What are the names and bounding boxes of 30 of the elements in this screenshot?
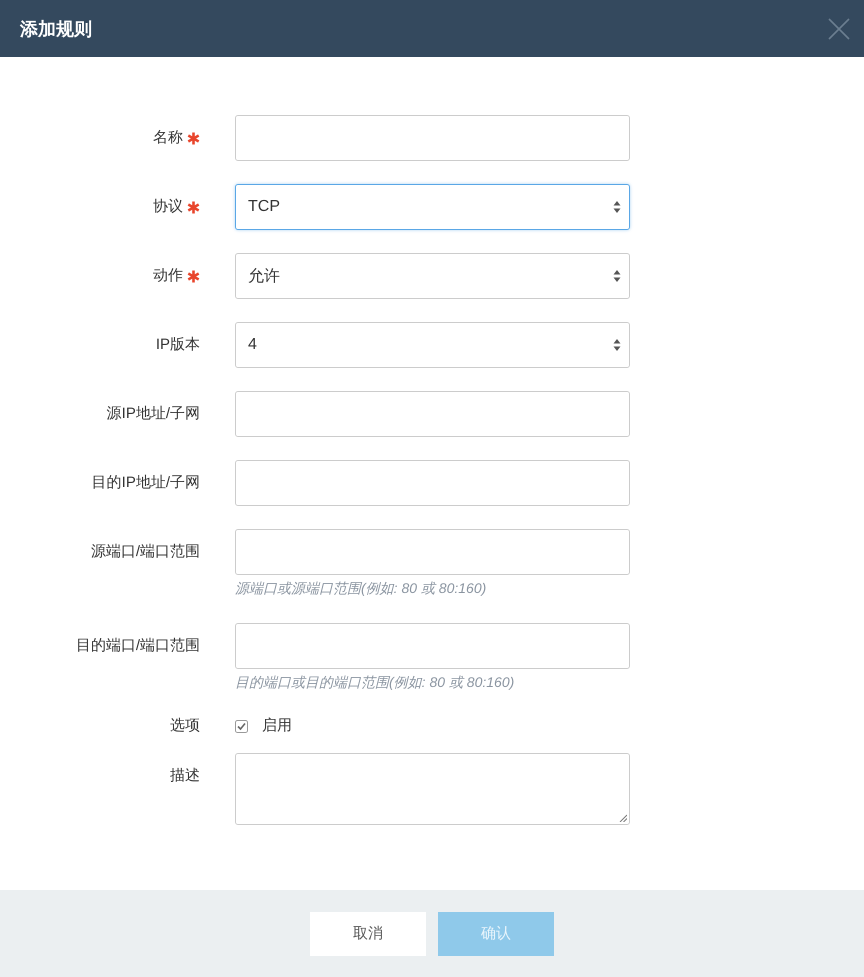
- field-label: 源IP地址/子网: [106, 404, 200, 424]
- select-field[interactable]: 允许: [235, 253, 630, 299]
- input-field[interactable]: [235, 460, 630, 506]
- input-field[interactable]: [235, 391, 630, 437]
- field-label: IP版本: [156, 335, 200, 355]
- checkbox-label: 启用: [262, 716, 292, 736]
- field-label: 名称: [153, 128, 183, 148]
- field-label: 目的IP地址/子网: [92, 473, 200, 493]
- input-field[interactable]: [235, 623, 630, 669]
- up-down-arrows-icon: [613, 269, 621, 283]
- dialog-title: 添加规则: [20, 18, 92, 40]
- field-label: 协议: [153, 197, 183, 217]
- field-label: 动作: [153, 266, 183, 286]
- resize-handle-icon[interactable]: [619, 814, 627, 822]
- select-field[interactable]: TCP: [235, 184, 630, 230]
- hint-text: 目的端口或目的端口范围(例如: 80 或 80:160): [235, 673, 516, 691]
- select-field[interactable]: 4: [235, 322, 630, 368]
- hint-text: 源端口或源端口范围(例如: 80 或 80:160): [235, 579, 488, 597]
- input-field[interactable]: [235, 115, 630, 161]
- field-label: 选项: [170, 716, 200, 736]
- field-label: 描述: [170, 766, 200, 786]
- up-down-arrows-icon: [613, 338, 621, 352]
- close-icon[interactable]: [828, 18, 850, 40]
- field-label: 源端口/端口范围: [90, 542, 200, 562]
- up-down-arrows-icon: [613, 200, 621, 214]
- textarea-field[interactable]: [235, 753, 630, 825]
- input-field[interactable]: [235, 529, 630, 575]
- cancel-button[interactable]: 取消: [310, 912, 426, 956]
- checkbox[interactable]: [235, 720, 248, 732]
- field-label: 目的端口/端口范围: [76, 636, 200, 656]
